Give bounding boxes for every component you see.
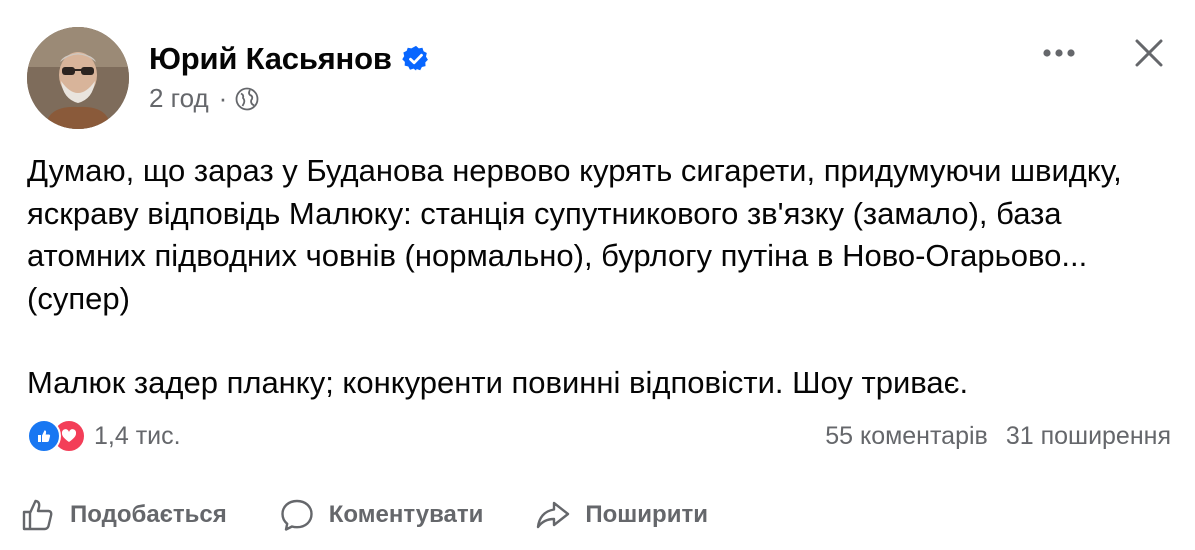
post-header: Юрий Касьянов 2 год ·	[27, 27, 1195, 137]
post-paragraph-2: Малюк задер планку; конкуренти повинні в…	[27, 365, 969, 400]
like-button[interactable]: Подобається	[20, 497, 227, 533]
avatar-photo	[27, 27, 129, 129]
close-icon	[1135, 39, 1163, 67]
post-meta: 2 год ·	[149, 83, 430, 114]
shares-count[interactable]: 31 поширення	[1006, 422, 1171, 451]
post-paragraph-1: Думаю, що зараз у Буданова нервово курят…	[27, 153, 1122, 316]
more-options-button[interactable]	[1039, 33, 1079, 73]
post-text: Думаю, що зараз у Буданова нервово курят…	[27, 150, 1167, 405]
like-reaction-icon	[27, 419, 61, 453]
post-stats: 1,4 тис. 55 коментарів 31 поширення	[27, 418, 1171, 454]
verified-badge-icon	[401, 45, 430, 73]
share-button-label: Поширити	[585, 501, 708, 528]
reactions-summary[interactable]: 1,4 тис.	[27, 419, 181, 453]
author-name[interactable]: Юрий Касьянов	[149, 41, 392, 77]
author-row: Юрий Касьянов	[149, 41, 430, 77]
comment-bubble-icon	[279, 497, 315, 533]
author-block: Юрий Касьянов 2 год ·	[149, 41, 430, 114]
comments-count[interactable]: 55 коментарів	[825, 422, 988, 451]
share-button[interactable]: Поширити	[535, 497, 708, 533]
post-timestamp[interactable]: 2 год	[149, 83, 209, 114]
comment-button-label: Коментувати	[328, 501, 484, 528]
reaction-count: 1,4 тис.	[94, 421, 181, 450]
like-button-label: Подобається	[70, 501, 227, 528]
engagement-counts: 55 коментарів 31 поширення	[825, 422, 1171, 451]
close-button[interactable]	[1129, 33, 1169, 73]
more-dots-icon	[1043, 49, 1075, 57]
post-actions: Подобається Коментувати Поширити	[20, 493, 708, 537]
share-arrow-icon	[535, 497, 571, 533]
globe-icon	[235, 87, 259, 111]
meta-separator: ·	[218, 83, 228, 113]
thumbs-up-icon	[20, 497, 56, 533]
comment-button[interactable]: Коментувати	[279, 497, 484, 533]
author-avatar[interactable]	[27, 27, 129, 129]
header-actions	[1039, 33, 1169, 73]
